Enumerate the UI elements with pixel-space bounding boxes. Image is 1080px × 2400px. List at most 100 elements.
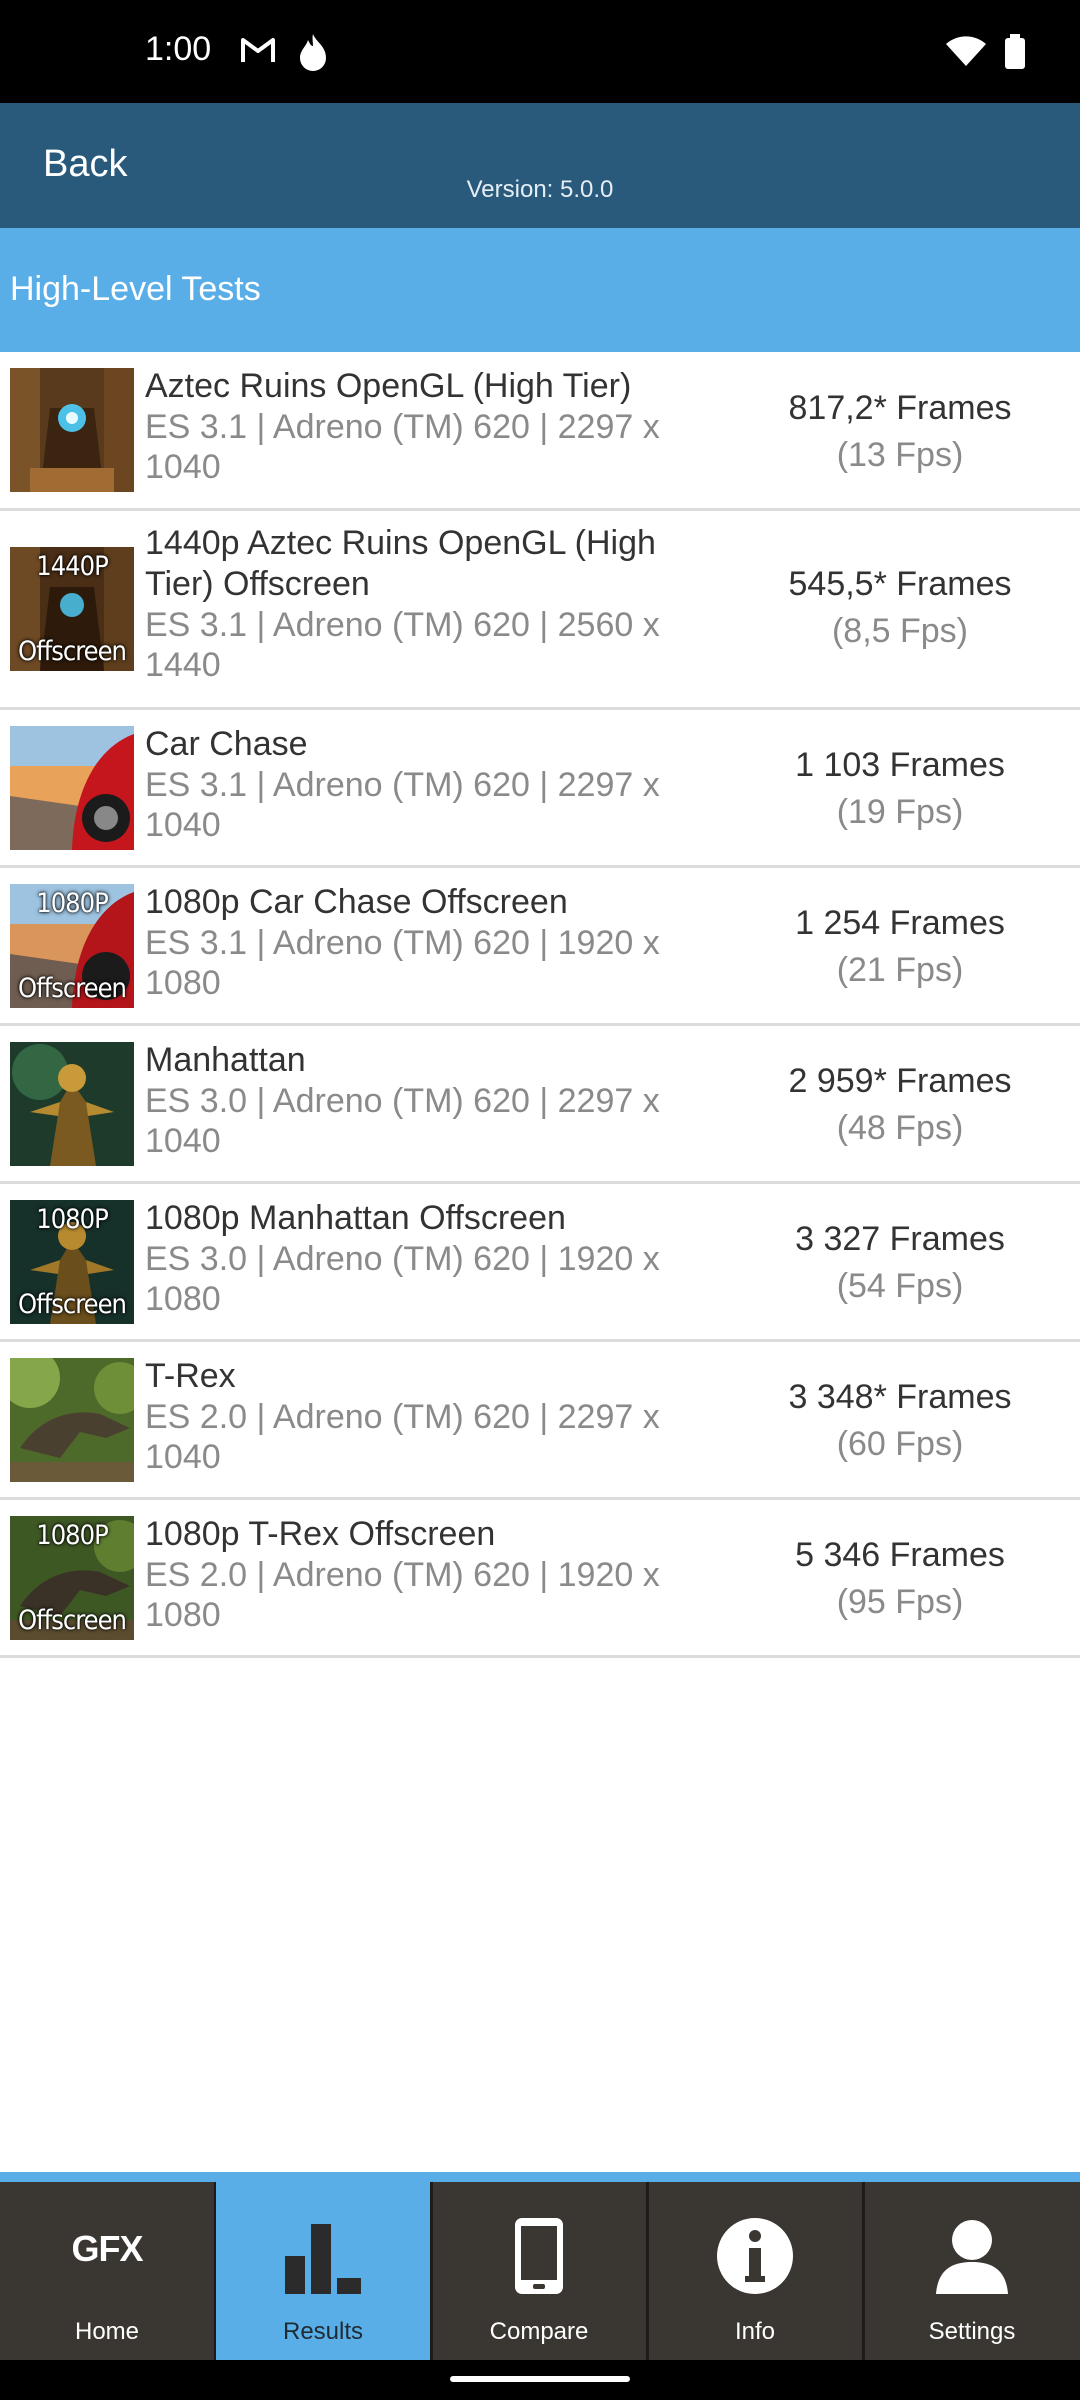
tab-home[interactable]: GFX Home (0, 2182, 217, 2360)
test-frames: 1 254 Frames (795, 904, 1005, 942)
test-thumbnail (10, 368, 134, 492)
test-row-car-chase-offscreen[interactable]: 1080P Offscreen 1080p Car Chase Offscree… (0, 868, 1080, 1026)
test-frames: 2 959* Frames (788, 1062, 1012, 1100)
thumbnail-resolution-label: 1080P (36, 1204, 108, 1235)
test-thumbnail: 1440P Offscreen (10, 547, 134, 671)
wifi-icon (946, 36, 986, 73)
test-fps: (13 Fps) (836, 436, 964, 474)
test-thumbnail (10, 1358, 134, 1482)
test-name: Aztec Ruins OpenGL (High Tier) (145, 367, 632, 405)
status-bar: 1:00 (0, 0, 1080, 103)
test-fps: (48 Fps) (836, 1109, 964, 1147)
tab-label: Results (282, 2318, 364, 2345)
test-detail: ES 3.0 | Adreno (TM) 620 | 2297 x 1040 (145, 1082, 660, 1160)
gesture-handle[interactable] (450, 2376, 630, 2382)
test-frames: 3 348* Frames (788, 1378, 1012, 1416)
test-info: 1080p Manhattan Offscreen ES 3.0 | Adren… (145, 1198, 705, 1319)
tab-compare[interactable]: Compare (432, 2182, 649, 2360)
thumbnail-offscreen-label: Offscreen (18, 636, 127, 667)
test-info: Aztec Ruins OpenGL (High Tier) ES 3.1 | … (145, 366, 705, 487)
test-name: 1080p T-Rex Offscreen (145, 1515, 496, 1553)
system-navigation-bar (0, 2360, 1080, 2400)
bar-chart-icon (283, 2216, 363, 2301)
gfx-logo-icon: GFX (71, 2228, 143, 2269)
test-score: 817,2* Frames (13 Fps) (740, 385, 1060, 479)
thumbnail-offscreen-label: Offscreen (18, 973, 127, 1004)
test-fps: (8,5 Fps) (831, 612, 969, 650)
version-label: Version: 5.0.0 (466, 176, 614, 203)
test-row-t-rex-offscreen[interactable]: 1080P Offscreen 1080p T-Rex Offscreen ES… (0, 1500, 1080, 1658)
status-time: 1:00 (145, 30, 212, 68)
results-list: Aztec Ruins OpenGL (High Tier) ES 3.1 | … (0, 352, 1080, 1658)
test-detail: ES 2.0 | Adreno (TM) 620 | 2297 x 1040 (145, 1398, 660, 1476)
thumbnail-resolution-label: 1080P (36, 1520, 108, 1551)
thumbnail-offscreen-label: Offscreen (18, 1289, 127, 1320)
test-fps: (60 Fps) (836, 1425, 964, 1463)
test-thumbnail: 1080P Offscreen (10, 884, 134, 1008)
test-detail: ES 3.1 | Adreno (TM) 620 | 1920 x 1080 (145, 924, 660, 1002)
test-row-manhattan[interactable]: Manhattan ES 3.0 | Adreno (TM) 620 | 229… (0, 1026, 1080, 1184)
thumbnail-resolution-label: 1080P (36, 888, 108, 919)
tab-info[interactable]: Info (648, 2182, 865, 2360)
thumbnail-offscreen-label: Offscreen (18, 1605, 127, 1636)
test-score: 1 103 Frames (19 Fps) (740, 742, 1060, 836)
tab-label: Compare (489, 2318, 589, 2345)
test-score: 1 254 Frames (21 Fps) (740, 900, 1060, 994)
test-info: 1080p T-Rex Offscreen ES 2.0 | Adreno (T… (145, 1514, 705, 1635)
test-name: 1080p Manhattan Offscreen (145, 1199, 566, 1237)
test-detail: ES 3.1 | Adreno (TM) 620 | 2297 x 1040 (145, 766, 660, 844)
flame-icon (296, 32, 330, 77)
tab-settings[interactable]: Settings (864, 2182, 1080, 2360)
test-frames: 545,5* Frames (788, 565, 1012, 603)
test-score: 3 348* Frames (60 Fps) (740, 1374, 1060, 1468)
battery-icon (1004, 34, 1026, 75)
test-thumbnail (10, 1042, 134, 1166)
test-row-t-rex[interactable]: T-Rex ES 2.0 | Adreno (TM) 620 | 2297 x … (0, 1342, 1080, 1500)
test-name: Manhattan (145, 1041, 306, 1079)
bottom-tab-bar: GFX Home Results Compare Info Settings (0, 2172, 1080, 2370)
test-info: 1440p Aztec Ruins OpenGL (High Tier) Off… (145, 523, 705, 685)
test-frames: 1 103 Frames (795, 746, 1005, 784)
test-frames: 5 346 Frames (795, 1536, 1005, 1574)
test-name: 1080p Car Chase Offscreen (145, 883, 568, 921)
section-title: High-Level Tests (10, 270, 261, 308)
test-fps: (21 Fps) (836, 951, 964, 989)
user-icon (932, 2216, 1012, 2301)
test-detail: ES 3.1 | Adreno (TM) 620 | 2297 x 1040 (145, 408, 660, 486)
test-row-aztec-ruins[interactable]: Aztec Ruins OpenGL (High Tier) ES 3.1 | … (0, 352, 1080, 511)
test-score: 5 346 Frames (95 Fps) (740, 1532, 1060, 1626)
section-header: High-Level Tests (0, 228, 1080, 352)
test-score: 3 327 Frames (54 Fps) (740, 1216, 1060, 1310)
tab-label: Info (734, 2318, 776, 2345)
test-info: 1080p Car Chase Offscreen ES 3.1 | Adren… (145, 882, 705, 1003)
test-frames: 817,2* Frames (788, 389, 1012, 427)
test-frames: 3 327 Frames (795, 1220, 1005, 1258)
test-score: 545,5* Frames (8,5 Fps) (740, 561, 1060, 655)
test-thumbnail: 1080P Offscreen (10, 1516, 134, 1640)
gmail-icon (240, 36, 276, 69)
test-thumbnail: 1080P Offscreen (10, 1200, 134, 1324)
test-info: Car Chase ES 3.1 | Adreno (TM) 620 | 229… (145, 724, 705, 845)
app-bar: Back Version: 5.0.0 (0, 103, 1080, 228)
info-icon (715, 2216, 795, 2301)
test-detail: ES 3.1 | Adreno (TM) 620 | 2560 x 1440 (145, 606, 660, 684)
test-row-aztec-ruins-offscreen[interactable]: 1440P Offscreen 1440p Aztec Ruins OpenGL… (0, 511, 1080, 710)
test-score: 2 959* Frames (48 Fps) (740, 1058, 1060, 1152)
tab-label: Settings (928, 2318, 1016, 2345)
test-info: T-Rex ES 2.0 | Adreno (TM) 620 | 2297 x … (145, 1356, 705, 1477)
test-info: Manhattan ES 3.0 | Adreno (TM) 620 | 229… (145, 1040, 705, 1161)
test-detail: ES 3.0 | Adreno (TM) 620 | 1920 x 1080 (145, 1240, 660, 1318)
tab-results[interactable]: Results (216, 2182, 433, 2360)
test-name: 1440p Aztec Ruins OpenGL (High Tier) Off… (145, 524, 656, 603)
test-row-car-chase[interactable]: Car Chase ES 3.1 | Adreno (TM) 620 | 229… (0, 710, 1080, 868)
tab-label: Home (74, 2318, 140, 2345)
test-fps: (54 Fps) (836, 1267, 964, 1305)
phone-icon (511, 2216, 567, 2301)
thumbnail-resolution-label: 1440P (36, 551, 108, 582)
test-fps: (95 Fps) (836, 1583, 964, 1621)
test-name: Car Chase (145, 725, 308, 763)
test-detail: ES 2.0 | Adreno (TM) 620 | 1920 x 1080 (145, 1556, 660, 1634)
test-row-manhattan-offscreen[interactable]: 1080P Offscreen 1080p Manhattan Offscree… (0, 1184, 1080, 1342)
test-name: T-Rex (145, 1357, 236, 1395)
test-fps: (19 Fps) (836, 793, 964, 831)
